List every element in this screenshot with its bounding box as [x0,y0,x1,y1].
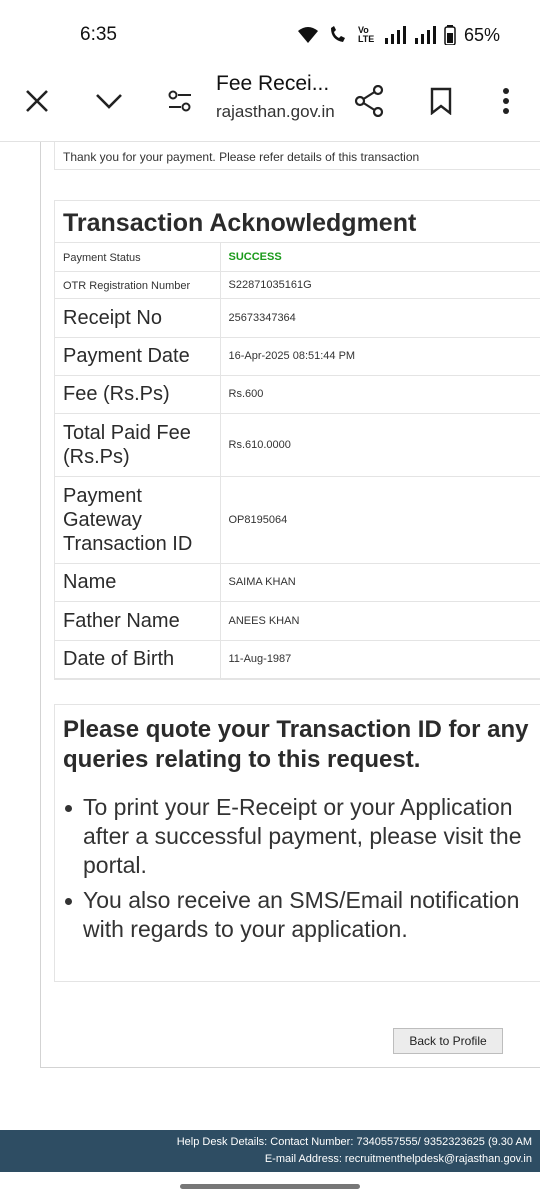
more-vertical-icon [503,88,509,114]
content-frame: Thank you for your payment. Please refer… [40,142,540,1068]
transaction-table: Payment Status SUCCESS OTR Registration … [55,243,540,679]
navigation-gesture-bar[interactable] [180,1184,360,1189]
table-row: Payment Status SUCCESS [55,243,540,272]
bookmark-icon [430,87,452,115]
page-title-block[interactable]: Fee Recei... rajasthan.gov.in [216,72,346,122]
wifi-call-icon [328,25,350,45]
table-row: Payment Date 16-Apr-2025 08:51:44 PM [55,337,540,376]
battery-icon [444,25,456,45]
battery-percent: 65% [463,24,500,45]
more-menu-button[interactable] [481,76,531,126]
table-row: Father Name ANEES KHAN [55,601,540,641]
row-value: 25673347364 [228,311,296,324]
transaction-info-panel: Please quote your Transaction ID for any… [54,704,540,982]
close-icon [26,90,48,112]
table-row: OTR Registration Number S22871035161G [55,271,540,299]
row-value: ANEES KHAN [228,614,300,627]
row-value: Rs.610.0000 [228,438,291,451]
minimize-button[interactable] [84,76,134,126]
web-page: Thank you for your payment. Please refer… [0,142,540,1200]
table-row: Date of Birth 11-Aug-1987 [55,640,540,679]
row-value: Rs.600 [228,388,264,400]
row-label: Father Name [63,609,180,632]
table-row: Total Paid Fee (Rs.Ps) Rs.610.0000 [55,413,540,477]
row-label: Total Paid Fee (Rs.Ps) [63,421,191,468]
back-to-profile-button[interactable]: Back to Profile [393,1028,503,1054]
row-value: 11-Aug-1987 [228,653,292,665]
ack-title: Transaction Acknowledgment [55,201,540,243]
close-button[interactable] [12,76,62,126]
table-row: Name SAIMA KHAN [55,563,540,602]
chevron-down-icon [96,94,122,109]
status-time: 6:35 [80,24,117,45]
row-value: 16-Apr-2025 08:51:44 PM [228,350,356,362]
page-title: Fee Recei... [216,72,330,95]
thank-you-message: Thank you for your payment. Please refer… [54,142,540,170]
status-bar: 6:35 Vo LTE 65% [0,0,540,70]
page-url: rajasthan.gov.in [216,102,335,121]
row-label: Payment Gateway Transaction ID [63,484,193,555]
signal-icon-1 [384,26,406,44]
status-icons: Vo LTE 65% [296,25,500,46]
volte-icon: Vo LTE [357,25,375,44]
wifi-icon [296,25,320,45]
info-list: To print your E-Receipt or your Applicat… [63,793,532,944]
list-item: To print your E-Receipt or your Applicat… [63,793,532,880]
browser-toolbar: Fee Recei... rajasthan.gov.in [0,62,540,142]
row-value: OP8195064 [228,513,288,526]
table-row: Receipt No 25673347364 [55,298,540,338]
row-label: Name [63,571,117,593]
row-value: S22871035161G [228,278,312,291]
share-icon [354,85,384,117]
list-item: You also receive an SMS/Email notificati… [63,886,532,944]
help-desk-email: E-mail Address: recruitmenthelpdesk@raja… [264,1153,532,1165]
table-row: Payment Gateway Transaction ID OP8195064 [55,476,540,564]
help-desk-footer: Help Desk Details: Contact Number: 73405… [0,1130,540,1172]
row-label: Fee (Rs.Ps) [63,383,170,405]
page-info-button[interactable] [155,76,205,126]
row-label: Payment Date [63,345,190,367]
info-title: Please quote your Transaction ID for any… [63,716,529,773]
row-label: OTR Registration Number [63,279,191,292]
share-button[interactable] [344,76,394,126]
row-value: SAIMA KHAN [228,576,296,588]
signal-icon-2 [414,26,436,44]
bookmark-button[interactable] [416,76,466,126]
tune-icon [168,90,191,112]
payment-status-value: SUCCESS [228,250,282,263]
row-label: Receipt No [63,306,162,329]
help-desk-contact: Help Desk Details: Contact Number: 73405… [176,1136,532,1148]
table-row: Fee (Rs.Ps) Rs.600 [55,375,540,414]
row-label: Payment Status [63,251,141,264]
transaction-acknowledgment-panel: Transaction Acknowledgment Payment Statu… [54,200,540,680]
row-label: Date of Birth [63,648,175,670]
